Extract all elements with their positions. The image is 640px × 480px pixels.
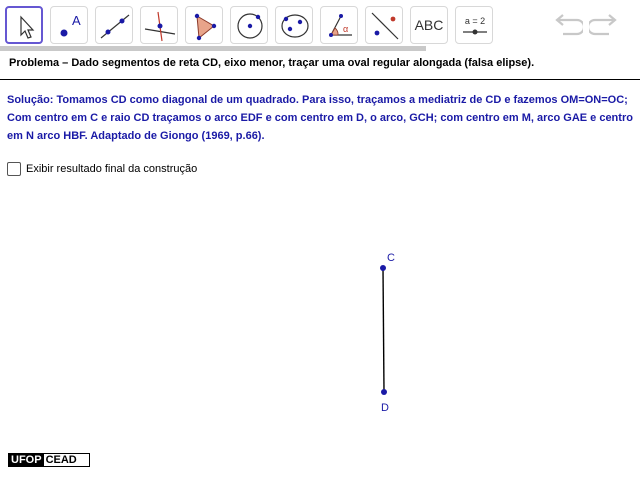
polygon-tool-button[interactable] — [185, 6, 223, 44]
point-c-label: C — [387, 252, 395, 264]
show-result-checkbox-row[interactable]: Exibir resultado final da construção — [7, 162, 197, 176]
circle-tool-button[interactable] — [230, 6, 268, 44]
angle-tool-letter: α — [343, 24, 348, 34]
toolbar: A α ABC a = 2 — [0, 0, 640, 52]
ufop-cead-logo: UFOP CEAD — [8, 453, 90, 467]
point-d[interactable] — [381, 389, 387, 395]
slider-icon: a = 2 — [463, 16, 487, 35]
move-tool-button[interactable] — [5, 6, 43, 44]
toolbar-scrollbar[interactable] — [0, 46, 426, 51]
point-tool-button[interactable]: A — [50, 6, 88, 44]
perpendicular-line-tool-button[interactable] — [140, 6, 178, 44]
slider-tool-button[interactable]: a = 2 — [455, 6, 493, 44]
reflect-line-icon — [371, 12, 399, 40]
point-c[interactable] — [380, 265, 386, 271]
conic-tool-button[interactable] — [275, 6, 313, 44]
solution-text: Solução: Tomamos CD como diagonal de um … — [7, 94, 633, 142]
line-tool-button[interactable] — [95, 6, 133, 44]
point-icon: A — [60, 13, 81, 37]
divider — [0, 79, 640, 80]
line-through-points-icon — [100, 14, 130, 39]
ellipse-icon — [281, 14, 309, 38]
point-d-label: D — [381, 402, 389, 414]
segment-cd[interactable] — [382, 267, 385, 393]
redo-icon[interactable] — [589, 12, 619, 40]
undo-icon[interactable] — [553, 12, 583, 40]
point-tool-letter: A — [72, 13, 81, 28]
perpendicular-line-icon — [144, 11, 176, 42]
slider-tool-label: a = 2 — [465, 16, 485, 26]
cursor-arrow-icon — [20, 15, 35, 39]
angle-tool-button[interactable]: α — [320, 6, 358, 44]
show-result-checkbox-label[interactable]: Exibir resultado final da construção — [26, 163, 197, 175]
problem-statement: Problema – Dado segmentos de reta CD, ei… — [9, 57, 535, 69]
graphics-canvas[interactable] — [0, 0, 640, 480]
polygon-icon — [194, 13, 217, 41]
logo-part-ufop: UFOP — [9, 454, 44, 466]
angle-icon: α — [329, 14, 352, 37]
reflect-tool-button[interactable] — [365, 6, 403, 44]
circle-center-icon — [237, 13, 263, 39]
logo-part-cead: CEAD — [43, 454, 79, 466]
show-result-checkbox[interactable] — [7, 162, 21, 176]
text-tool-button[interactable]: ABC — [410, 6, 448, 44]
text-tool-label: ABC — [414, 17, 444, 33]
